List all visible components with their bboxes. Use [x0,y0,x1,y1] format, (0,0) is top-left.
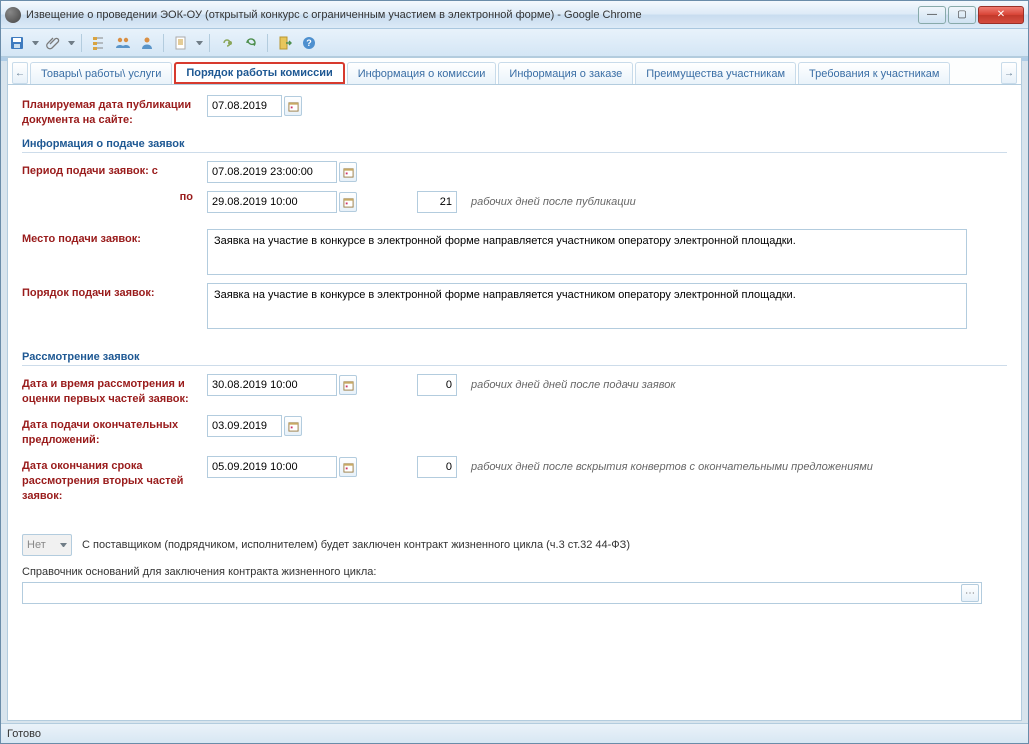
separator [267,34,269,52]
planned-date-label: Планируемая дата публикации документа на… [22,95,207,128]
document-dropdown-icon[interactable] [196,41,203,45]
lifecycle-block: Нет С поставщиком (подрядчиком, исполнит… [22,534,1007,604]
lookup-icon[interactable]: ⋯ [961,584,979,602]
save-dropdown-icon[interactable] [32,41,39,45]
window-controls: — ▢ ✕ [918,6,1024,24]
tab-goods[interactable]: Товары\ работы\ услуги [30,62,172,84]
tab-advantages[interactable]: Преимущества участникам [635,62,796,84]
place-label: Место подачи заявок: [22,229,207,247]
tab-order-info[interactable]: Информация о заказе [498,62,633,84]
review-second-input[interactable] [207,456,337,478]
tab-requirements[interactable]: Требования к участникам [798,62,950,84]
period-days-input[interactable] [417,191,457,213]
maximize-button[interactable]: ▢ [948,6,976,24]
separator [81,34,83,52]
final-offer-label: Дата подачи окончательных предложений: [22,415,207,448]
attach-dropdown-icon[interactable] [68,41,75,45]
form-scroll-area: Планируемая дата публикации документа на… [8,85,1021,720]
tab-scroll-right[interactable]: → [1001,62,1017,84]
separator [209,34,211,52]
order-textarea[interactable] [207,283,967,329]
help-icon[interactable]: ? [299,33,319,53]
review-first-label: Дата и время рассмотрения и оценки первы… [22,374,207,407]
place-textarea[interactable] [207,229,967,275]
calendar-icon[interactable] [339,457,357,477]
period-to-input[interactable] [207,191,337,213]
users-icon[interactable] [113,33,133,53]
calendar-icon[interactable] [339,192,357,212]
review-first-input[interactable] [207,374,337,396]
lifecycle-select-value: Нет [27,539,46,551]
planned-date-input[interactable] [207,95,282,117]
tree-icon[interactable] [89,33,109,53]
review-second-label: Дата окончания срока рассмотрения вторых… [22,456,207,504]
chevron-down-icon [60,543,67,547]
window-title: Извещение о проведении ЭОК-ОУ (открытый … [26,9,918,21]
tab-scroll-left[interactable]: ← [12,62,28,84]
review-first-after-text: рабочих дней дней после подачи заявок [471,374,676,396]
titlebar: Извещение о проведении ЭОК-ОУ (открытый … [1,1,1028,29]
user-icon[interactable] [137,33,157,53]
attach-icon[interactable] [43,33,63,53]
main-toolbar: ? [1,29,1028,57]
status-bar: Готово [1,723,1028,743]
review-second-after-text: рабочих дней после вскрытия конвертов с … [471,456,873,478]
lifecycle-desc: С поставщиком (подрядчиком, исполнителем… [82,539,630,551]
minimize-button[interactable]: — [918,6,946,24]
exit-icon[interactable] [275,33,295,53]
document-icon[interactable] [171,33,191,53]
period-to-label: по [22,191,207,203]
tab-commission-procedure[interactable]: Порядок работы комиссии [174,62,344,84]
section-submission-info: Информация о подаче заявок [22,138,1007,153]
review-first-days-input[interactable] [417,374,457,396]
separator [163,34,165,52]
period-days-after-text: рабочих дней после публикации [471,191,636,213]
status-text: Готово [7,728,41,740]
content-area: ← Товары\ работы\ услуги Порядок работы … [7,57,1022,721]
lifecycle-ref-input[interactable]: ⋯ [22,582,982,604]
review-second-days-input[interactable] [417,456,457,478]
period-from-input[interactable] [207,161,337,183]
calendar-icon[interactable] [339,162,357,182]
close-button[interactable]: ✕ [978,6,1024,24]
calendar-icon[interactable] [339,375,357,395]
period-from-label: Период подачи заявок: с [22,161,207,179]
save-icon[interactable] [7,33,27,53]
svg-text:?: ? [306,38,312,48]
tab-bar: ← Товары\ работы\ услуги Порядок работы … [8,58,1021,85]
lifecycle-ref-label: Справочник оснований для заключения конт… [22,566,1007,578]
final-offer-input[interactable] [207,415,282,437]
tab-commission-info[interactable]: Информация о комиссии [347,62,497,84]
section-review: Рассмотрение заявок [22,351,1007,366]
calendar-icon[interactable] [284,416,302,436]
link-icon[interactable] [217,33,237,53]
app-favicon [5,7,21,23]
refresh-icon[interactable] [241,33,261,53]
calendar-icon[interactable] [284,96,302,116]
app-window: Извещение о проведении ЭОК-ОУ (открытый … [0,0,1029,744]
lifecycle-select[interactable]: Нет [22,534,72,556]
order-label: Порядок подачи заявок: [22,283,207,301]
